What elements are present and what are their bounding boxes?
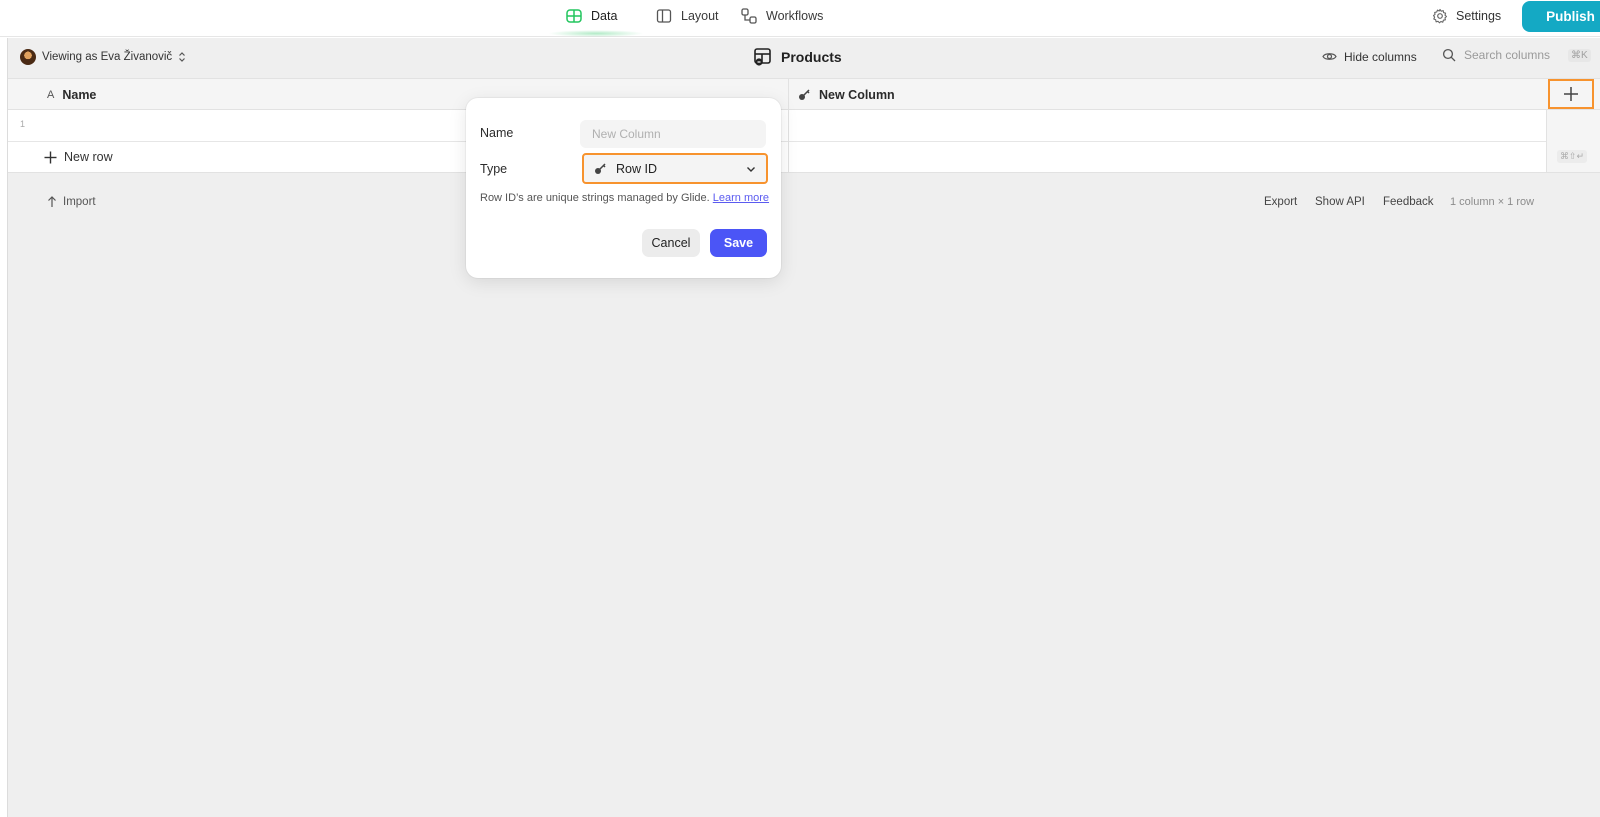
search-columns[interactable]: ⌘K: [1442, 48, 1591, 62]
column-header-label: New Column: [819, 87, 895, 102]
chevron-up-down-icon: [178, 51, 186, 63]
tab-workflows[interactable]: Workflows: [740, 0, 823, 32]
text-type-icon: A: [47, 88, 55, 101]
data-grid: A Name New Column 1 New row ⌘⇧↵: [8, 78, 1600, 174]
tab-layout[interactable]: Layout: [655, 0, 719, 32]
settings-label: Settings: [1456, 9, 1502, 23]
add-column-button[interactable]: [1548, 79, 1594, 109]
workflows-icon: [740, 7, 758, 25]
layout-icon: [655, 7, 673, 25]
column-config-popover: Name Type Row ID Row ID’s are unique str…: [466, 98, 781, 278]
save-button[interactable]: Save: [710, 229, 767, 257]
row-actions-gutter: ⌘⇧↵: [1546, 110, 1600, 173]
row-id-key-icon: [798, 88, 811, 101]
table-toolbar: Viewing as Eva Živanovič Products Hide c…: [8, 38, 1600, 78]
table-edit-icon: [753, 47, 773, 67]
show-api-link[interactable]: Show API: [1315, 196, 1365, 208]
header-row: A Name New Column: [8, 78, 1600, 110]
search-icon: [1442, 48, 1456, 62]
feedback-link[interactable]: Feedback: [1383, 196, 1434, 208]
viewing-as-selector[interactable]: Viewing as Eva Živanovič: [20, 49, 186, 65]
name-field-label: Name: [480, 126, 514, 140]
cancel-button[interactable]: Cancel: [642, 229, 700, 257]
gear-icon: [1432, 8, 1448, 24]
column-type-select[interactable]: Row ID: [582, 153, 768, 184]
column-header-new-column[interactable]: New Column: [798, 79, 895, 110]
arrow-up-icon: [47, 196, 57, 208]
row-number: 1: [20, 119, 26, 129]
plus-icon: [1563, 86, 1579, 102]
hide-columns-label: Hide columns: [1344, 49, 1417, 64]
tab-data[interactable]: Data: [565, 0, 617, 32]
publish-button[interactable]: Publish: [1522, 1, 1600, 32]
settings-button[interactable]: Settings: [1432, 0, 1501, 32]
eye-icon: [1322, 49, 1337, 64]
tab-workflows-label: Workflows: [766, 9, 824, 23]
export-link[interactable]: Export: [1264, 196, 1297, 208]
column-header-name[interactable]: A Name: [47, 79, 96, 110]
column-header-label: Name: [62, 87, 97, 102]
learn-more-link[interactable]: Learn more: [713, 192, 769, 204]
tab-layout-label: Layout: [681, 9, 719, 23]
type-field-label: Type: [480, 162, 508, 176]
active-tab-indicator: [548, 30, 644, 37]
chevron-down-icon: [746, 164, 756, 174]
top-nav-bar: Data Layout Workflows Settings Publish: [0, 0, 1600, 37]
tab-data-label: Data: [591, 9, 618, 23]
search-columns-input[interactable]: [1464, 48, 1560, 62]
hide-columns-button[interactable]: Hide columns: [1322, 49, 1417, 64]
plus-icon: [44, 151, 57, 164]
data-editor: Viewing as Eva Živanovič Products Hide c…: [7, 38, 1600, 817]
type-help-description: Row ID’s are unique strings managed by G…: [480, 192, 710, 204]
column-name-input[interactable]: [580, 120, 766, 148]
table-title-label: Products: [781, 49, 842, 65]
table-size-summary: 1 column × 1 row: [1450, 196, 1535, 208]
import-label: Import: [63, 196, 96, 208]
column-divider: [788, 78, 789, 172]
new-row-shortcut: ⌘⇧↵: [1557, 150, 1588, 163]
avatar: [20, 49, 36, 65]
new-row-label: New row: [64, 150, 113, 164]
viewing-as-label: Viewing as Eva Živanovič: [42, 51, 173, 63]
table-icon: [565, 7, 583, 25]
row-id-key-icon: [594, 162, 607, 175]
table-title: Products: [753, 47, 842, 67]
column-type-value: Row ID: [616, 161, 657, 176]
import-button[interactable]: Import: [47, 196, 96, 208]
new-row-button[interactable]: New row: [44, 150, 113, 164]
search-shortcut: ⌘K: [1568, 48, 1591, 62]
type-help-text: Row ID’s are unique strings managed by G…: [480, 192, 770, 204]
